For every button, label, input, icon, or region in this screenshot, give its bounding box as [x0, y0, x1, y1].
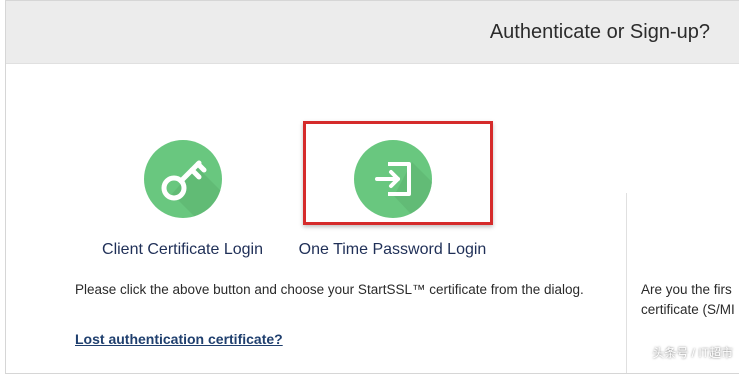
client-certificate-login-button[interactable]: Client Certificate Login [85, 140, 280, 259]
page-title: Authenticate or Sign-up? [489, 21, 710, 43]
right-panel-line-2: certificate (S/MI [641, 302, 735, 317]
lost-certificate-link[interactable]: Lost authentication certificate? [75, 331, 283, 347]
watermark: 头条号 / IT超市 [652, 346, 733, 360]
right-panel-line-1: Are you the firs [641, 282, 732, 297]
one-time-password-login-label: One Time Password Login [298, 241, 487, 258]
client-certificate-login-label: Client Certificate Login [102, 241, 263, 258]
column-divider [626, 193, 627, 373]
panel-header: Authenticate or Sign-up? [6, 1, 739, 64]
key-icon [143, 140, 222, 218]
instructions-text: Please click the above button and choose… [75, 282, 584, 297]
sign-in-icon [353, 140, 432, 218]
one-time-password-login-button[interactable]: One Time Password Login [290, 140, 495, 259]
right-panel-text: Are you the firs certificate (S/MI [641, 280, 739, 320]
